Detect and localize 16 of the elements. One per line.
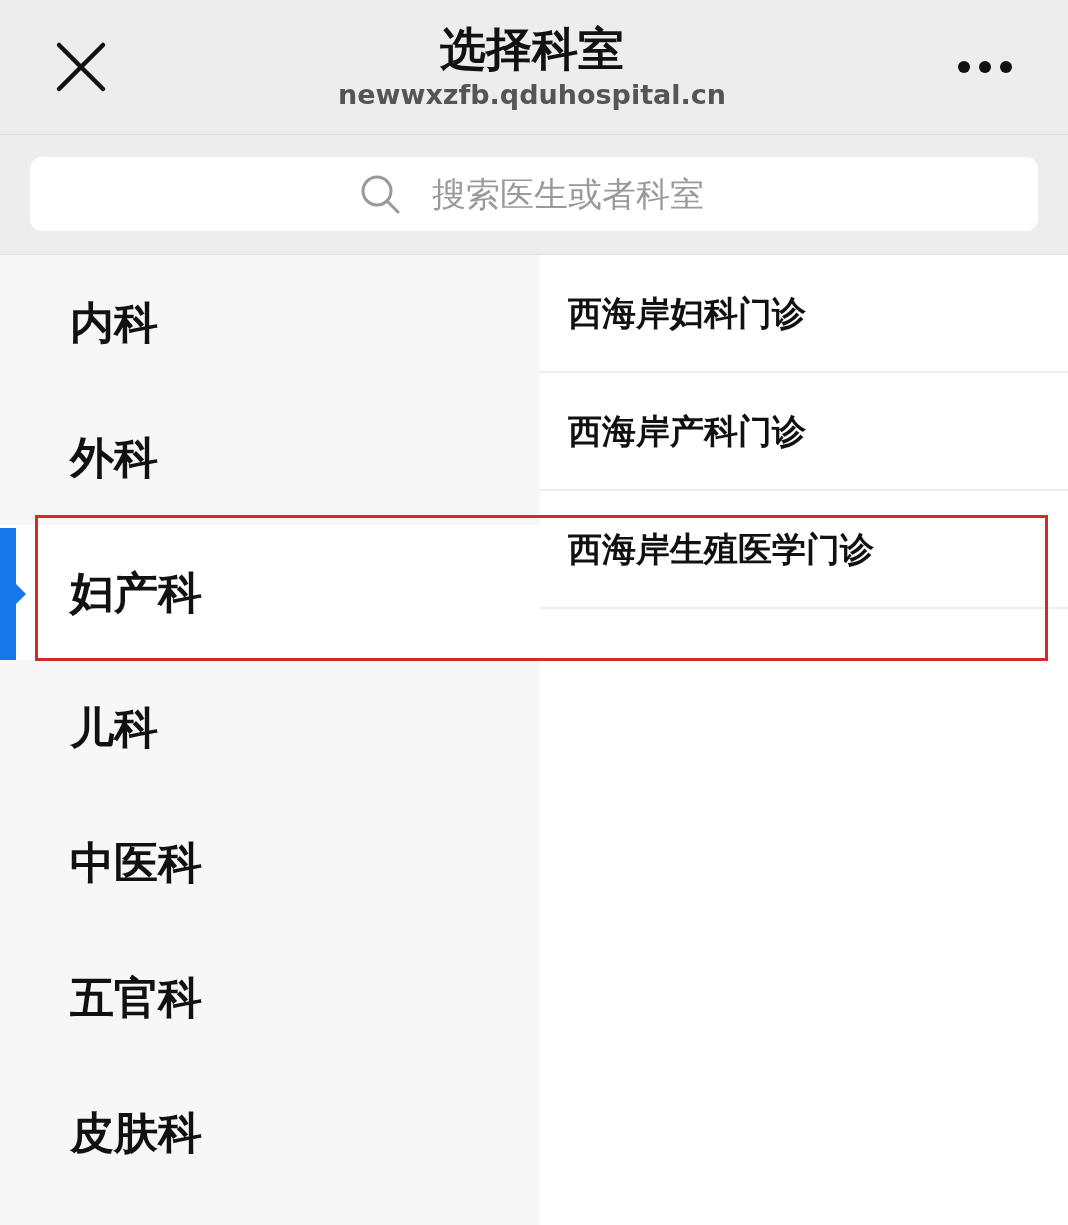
department-tab[interactable]: 妇产科 — [0, 525, 540, 660]
close-button[interactable] — [55, 41, 107, 93]
department-tab[interactable]: 中医科 — [0, 795, 540, 930]
clinic-item[interactable]: 西海岸产科门诊 — [540, 373, 1068, 491]
department-tab[interactable]: 五官科 — [0, 930, 540, 1065]
department-tab[interactable]: 内科 — [0, 255, 540, 390]
department-tab[interactable]: 儿科 — [0, 660, 540, 795]
department-tab[interactable]: 皮肤科 — [0, 1065, 540, 1200]
search-field[interactable]: 搜索医生或者科室 — [30, 157, 1038, 231]
search-icon — [360, 174, 400, 214]
more-button[interactable] — [957, 59, 1013, 75]
department-tab[interactable]: 外科 — [0, 390, 540, 525]
clinic-item[interactable]: 西海岸生殖医学门诊 — [540, 491, 1068, 609]
page-title: 选择科室 — [440, 21, 624, 77]
clinic-item[interactable]: 西海岸妇科门诊 — [540, 255, 1068, 373]
page-url: newwxzfb.qduhospital.cn — [337, 78, 726, 112]
